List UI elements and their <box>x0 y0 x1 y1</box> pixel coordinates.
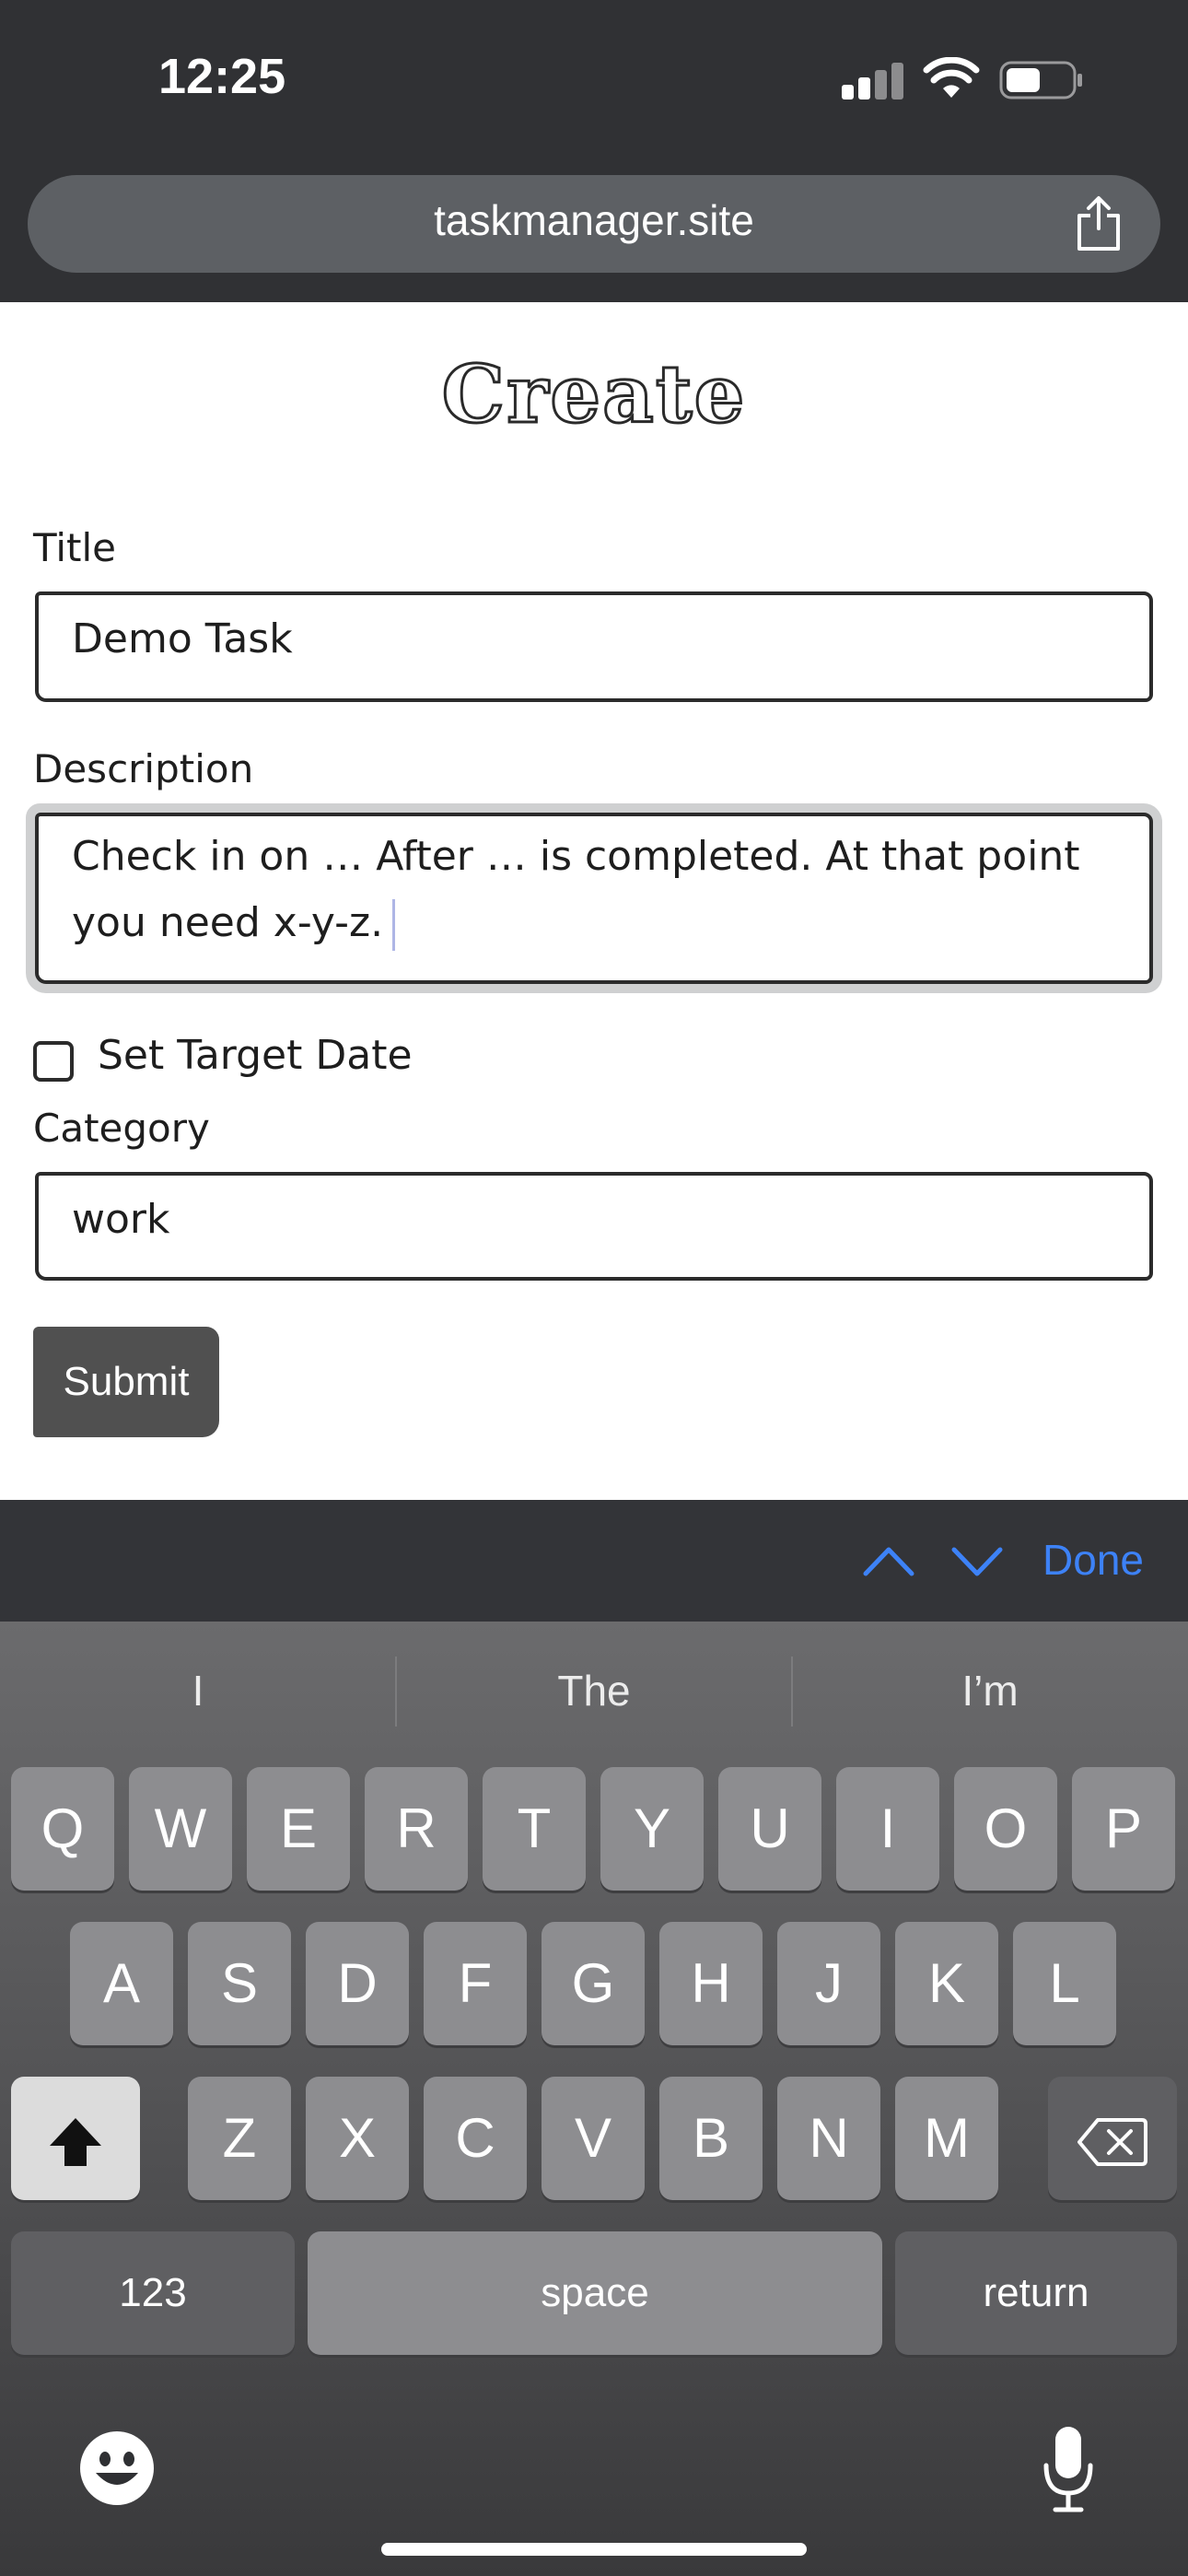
title-input-value: Demo Task <box>72 615 293 662</box>
description-textarea[interactable]: Check in on … After … is completed. At t… <box>35 813 1153 984</box>
key-e[interactable]: E <box>247 1767 350 1891</box>
keyboard-accessory-bar: Done <box>0 1500 1188 1622</box>
key-j[interactable]: J <box>777 1922 880 2045</box>
web-page: Create Title Demo Task Description Check… <box>0 302 1188 1500</box>
share-icon[interactable] <box>1074 195 1124 252</box>
key-n[interactable]: N <box>777 2077 880 2200</box>
return-key[interactable]: return <box>895 2231 1177 2355</box>
virtual-keyboard: I The I’m Q W E R T Y U I O P A S D F G … <box>0 1622 1188 2576</box>
key-v[interactable]: V <box>542 2077 645 2200</box>
suggestion-3[interactable]: I’m <box>792 1622 1188 1760</box>
description-value: Check in on … After … is completed. At t… <box>72 833 1080 946</box>
address-bar[interactable]: taskmanager.site <box>28 175 1160 273</box>
category-input-value: work <box>72 1196 170 1243</box>
key-d[interactable]: D <box>306 1922 409 2045</box>
key-r[interactable]: R <box>365 1767 468 1891</box>
key-o[interactable]: O <box>954 1767 1057 1891</box>
suggestion-1[interactable]: I <box>0 1622 396 1760</box>
delete-key[interactable] <box>1048 2077 1177 2200</box>
key-g[interactable]: G <box>542 1922 645 2045</box>
shift-key[interactable] <box>11 2077 140 2200</box>
key-i[interactable]: I <box>836 1767 939 1891</box>
key-x[interactable]: X <box>306 2077 409 2200</box>
key-f[interactable]: F <box>424 1922 527 2045</box>
key-p[interactable]: P <box>1072 1767 1175 1891</box>
title-input[interactable]: Demo Task <box>35 591 1153 702</box>
key-c[interactable]: C <box>424 2077 527 2200</box>
suggestion-2[interactable]: The <box>396 1622 792 1760</box>
key-a[interactable]: A <box>70 1922 173 2045</box>
category-input[interactable]: work <box>35 1172 1153 1281</box>
description-label: Description <box>33 746 254 791</box>
cellular-signal-icon <box>842 61 904 100</box>
key-m[interactable]: M <box>895 2077 998 2200</box>
url-text[interactable]: taskmanager.site <box>28 195 1160 245</box>
home-indicator[interactable] <box>381 2543 807 2556</box>
target-date-label[interactable]: Set Target Date <box>98 1032 413 1079</box>
submit-button[interactable]: Submit <box>33 1327 219 1437</box>
wifi-icon <box>923 57 980 98</box>
next-field-icon[interactable] <box>949 1533 1006 1588</box>
key-y[interactable]: Y <box>600 1767 704 1891</box>
done-button[interactable]: Done <box>1042 1535 1144 1585</box>
category-label: Category <box>33 1106 210 1151</box>
key-s[interactable]: S <box>188 1922 291 2045</box>
key-b[interactable]: B <box>659 2077 763 2200</box>
shift-icon <box>50 2118 101 2167</box>
target-date-checkbox[interactable] <box>33 1041 74 1082</box>
key-l[interactable]: L <box>1013 1922 1116 2045</box>
key-h[interactable]: H <box>659 1922 763 2045</box>
backspace-icon <box>1077 2118 1147 2167</box>
microphone-icon[interactable] <box>1041 2423 1096 2515</box>
key-k[interactable]: K <box>895 1922 998 2045</box>
emoji-icon[interactable] <box>77 2429 157 2508</box>
key-q[interactable]: Q <box>11 1767 114 1891</box>
key-u[interactable]: U <box>718 1767 821 1891</box>
key-z[interactable]: Z <box>188 2077 291 2200</box>
space-key[interactable]: space <box>308 2231 882 2355</box>
key-w[interactable]: W <box>129 1767 232 1891</box>
browser-chrome: 12:25 taskmanager.site <box>0 0 1188 302</box>
status-time: 12:25 <box>158 49 286 104</box>
title-label: Title <box>33 525 117 570</box>
page-title: Create <box>440 347 747 443</box>
text-caret <box>392 899 396 951</box>
previous-field-icon[interactable] <box>860 1533 917 1588</box>
battery-icon <box>999 61 1082 100</box>
numbers-key[interactable]: 123 <box>11 2231 295 2355</box>
key-t[interactable]: T <box>483 1767 586 1891</box>
